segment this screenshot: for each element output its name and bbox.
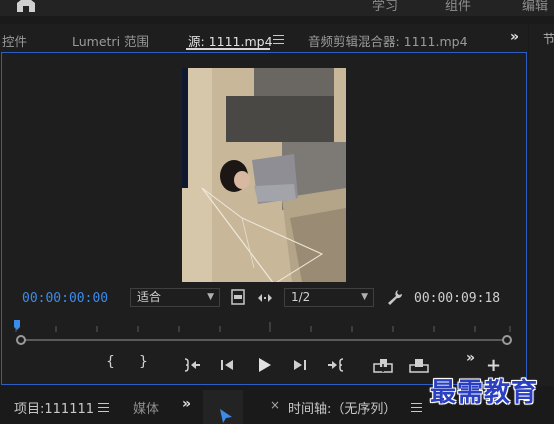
video-frame [182, 68, 346, 282]
tab-audio-clip-mixer[interactable]: 音频剪辑混合器: 1111.mp4 [308, 31, 468, 50]
settings-panel-icon[interactable] [231, 289, 245, 305]
chevron-down-icon: ▼ [207, 292, 214, 302]
insert-icon[interactable] [373, 356, 393, 374]
workspace-tab-learn[interactable]: 学习 [372, 0, 398, 14]
panel-menu-icon[interactable] [273, 35, 284, 44]
tab-project[interactable]: 项目:111111 [14, 398, 94, 417]
go-to-out-icon[interactable] [327, 356, 345, 374]
video-frame-image [182, 68, 346, 282]
current-timecode[interactable]: 00:00:00:00 [22, 291, 108, 306]
workspace-tab-assembly[interactable]: 组件 [445, 0, 471, 14]
mark-in-button[interactable]: { [106, 354, 115, 370]
project-panel-menu-icon[interactable] [98, 403, 109, 412]
adjacent-panel-tab[interactable]: 节 [543, 30, 554, 47]
watermark-text: 最需教育 [430, 378, 539, 408]
zoom-scroll-bar[interactable] [20, 339, 508, 341]
tab-lumetri-scopes[interactable]: Lumetri 范围 [72, 31, 149, 50]
mark-out-button[interactable]: } [139, 354, 148, 370]
wrench-icon[interactable] [387, 289, 403, 305]
timeline-close-icon[interactable]: × [270, 398, 280, 412]
playback-resolution-select[interactable]: 1/2 ▼ [284, 288, 374, 307]
tab-media-browser[interactable]: 媒体 [133, 398, 159, 417]
home-icon[interactable] [14, 0, 38, 14]
step-back-icon[interactable] [218, 356, 236, 374]
zoom-handle-right[interactable] [502, 335, 512, 345]
overwrite-icon[interactable] [409, 356, 429, 374]
zoom-level-select[interactable]: 适合 ▼ [130, 288, 220, 307]
workspace-bar: 学习 组件 编辑 [0, 0, 554, 16]
tab-timeline[interactable]: 时间轴:（无序列） [288, 398, 396, 417]
timeline-panel-menu-icon[interactable] [411, 403, 422, 412]
duration-timecode: 00:00:09:18 [414, 291, 501, 306]
source-panel-tab-strip: 控件 Lumetri 范围 源: 1111.mp4 音频剪辑混合器: 1111.… [0, 24, 528, 52]
chevron-down-icon: ▼ [361, 292, 368, 302]
drag-video-icon[interactable] [257, 292, 273, 304]
workspace-tab-editing[interactable]: 编辑 [522, 0, 548, 14]
go-to-in-icon[interactable] [183, 356, 201, 374]
zoom-level-value: 适合 [137, 290, 162, 304]
bottom-tabs-overflow-icon[interactable]: » [182, 396, 191, 412]
zoom-handle-left[interactable] [16, 335, 26, 345]
play-icon[interactable] [255, 356, 273, 374]
controls-overflow-icon[interactable]: » [466, 350, 475, 366]
playback-resolution-value: 1/2 [291, 290, 311, 304]
tools-panel [203, 390, 243, 424]
selection-tool-icon[interactable] [218, 408, 234, 424]
tabs-overflow-icon[interactable]: » [510, 29, 519, 45]
step-forward-icon[interactable] [291, 356, 309, 374]
active-tab-indicator [186, 48, 270, 50]
adjacent-panel: 节 [529, 24, 554, 386]
tab-effect-controls[interactable]: 控件 [2, 31, 27, 50]
playhead-icon [14, 320, 20, 330]
time-ruler[interactable] [14, 318, 514, 332]
